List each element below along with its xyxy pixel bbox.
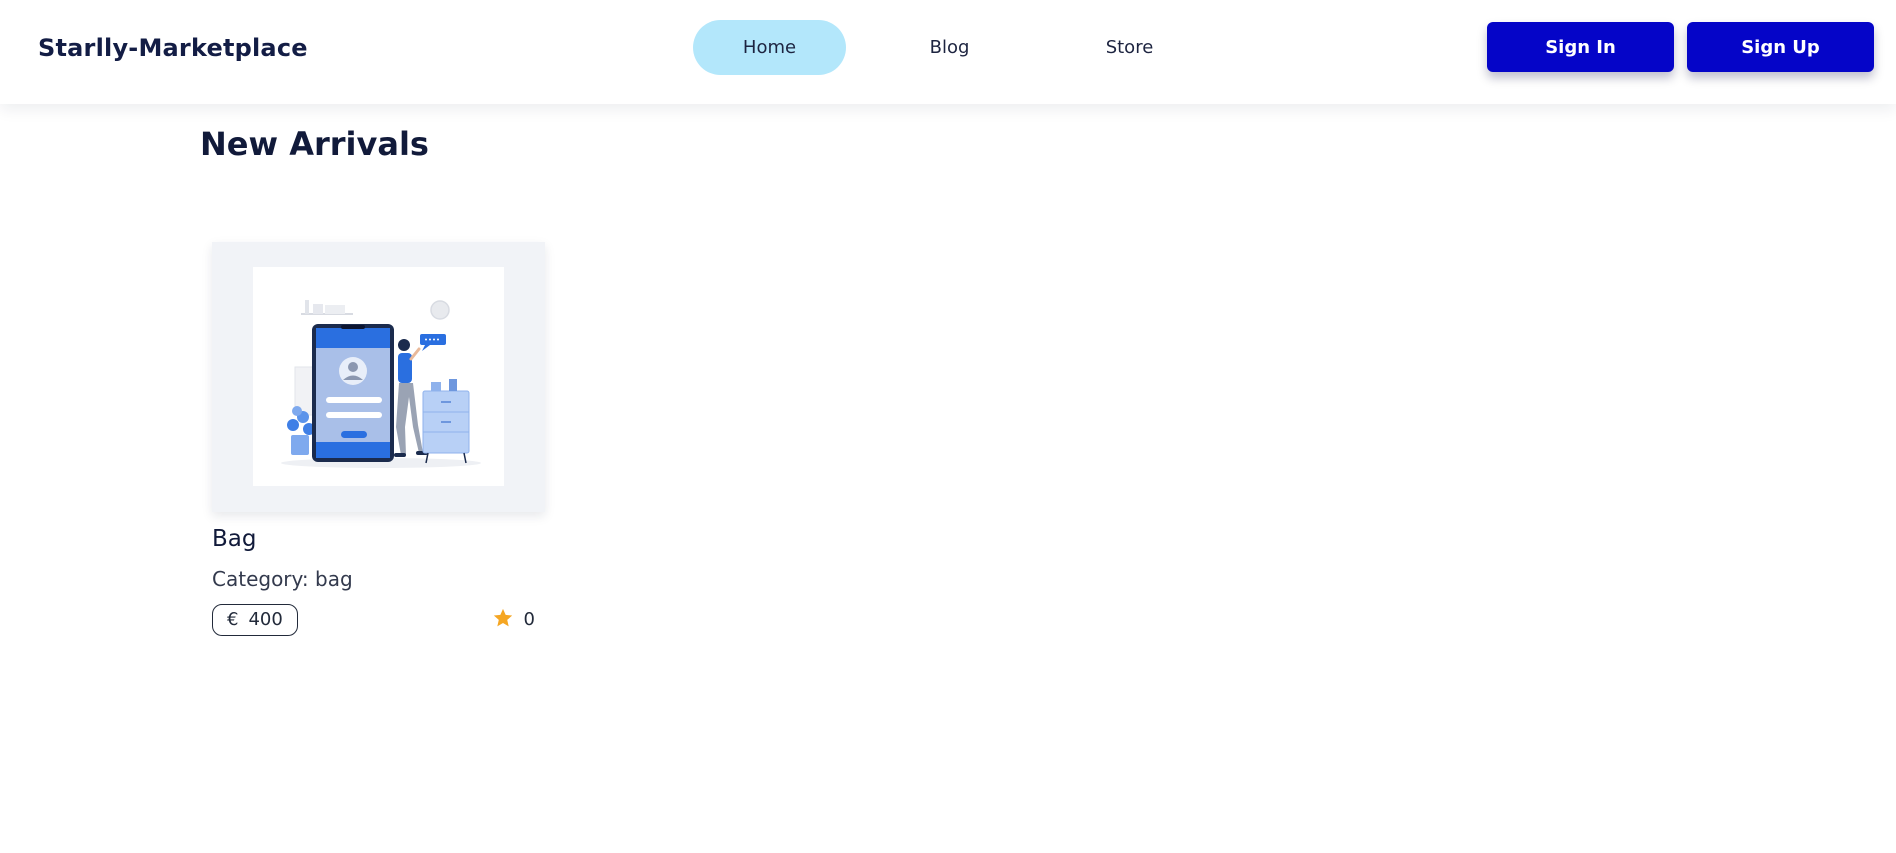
nav-home[interactable]: Home (693, 20, 846, 75)
product-card[interactable]: Bag Category: bag €400 0 (212, 242, 545, 636)
product-rating: 0 (492, 607, 535, 633)
product-category: Category: bag (212, 567, 353, 591)
product-image-frame[interactable] (212, 242, 545, 512)
sign-in-button[interactable]: Sign In (1487, 22, 1674, 72)
rating-count: 0 (523, 609, 535, 630)
brand-logo[interactable]: Starlly-Marketplace (38, 30, 308, 66)
nav-store[interactable]: Store (1053, 20, 1206, 75)
star-icon (492, 607, 514, 629)
section-title: New Arrivals (200, 125, 429, 163)
product-image (253, 267, 504, 486)
price-badge: €400 (212, 604, 298, 636)
currency-symbol: € (227, 609, 239, 630)
nav-blog[interactable]: Blog (873, 20, 1026, 75)
product-footer: €400 0 (212, 604, 545, 636)
product-title[interactable]: Bag (212, 522, 545, 556)
top-navbar: Starlly-Marketplace Home Blog Store Sign… (0, 0, 1896, 104)
sign-up-button[interactable]: Sign Up (1687, 22, 1874, 72)
product-price: 400 (248, 609, 283, 630)
